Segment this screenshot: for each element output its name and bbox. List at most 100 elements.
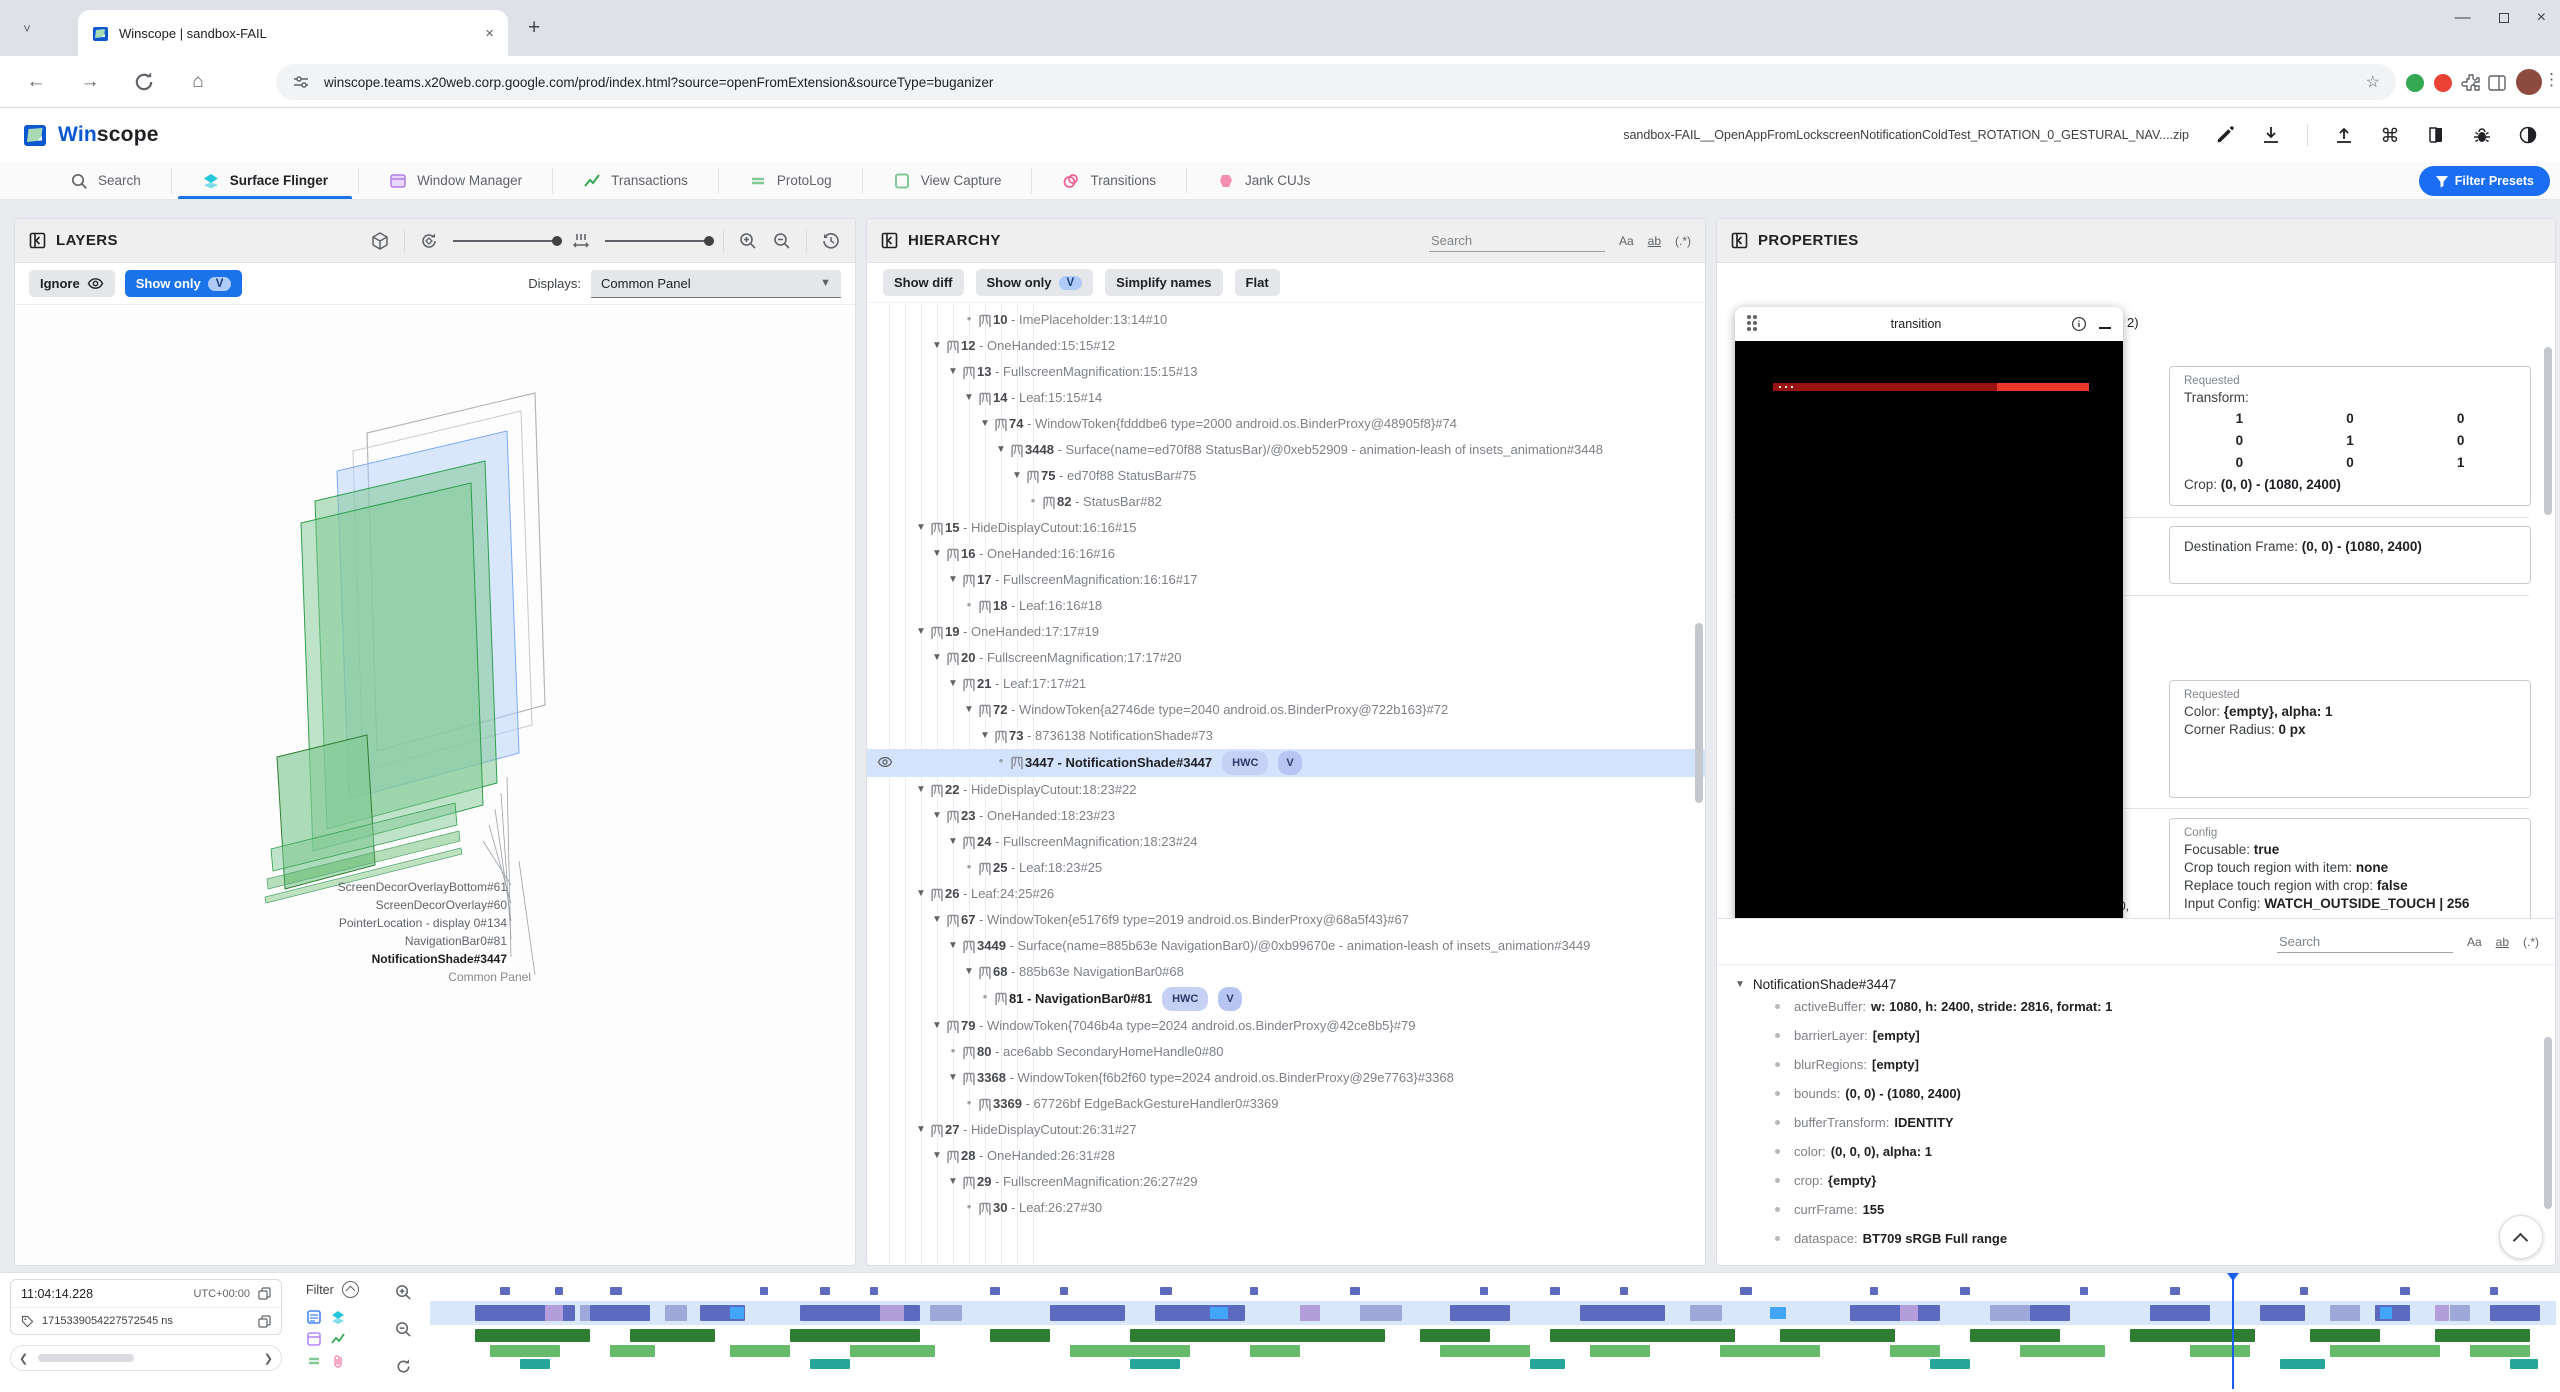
property-row[interactable]: crop:{empty} bbox=[1717, 1166, 2555, 1195]
tree-row[interactable]: ▼67 - WindowToken{e5176f9 type=2019 andr… bbox=[867, 907, 1705, 933]
selected-node-title[interactable]: ▼NotificationShade#3447 bbox=[1717, 965, 2555, 992]
expand-arrow-icon[interactable]: ▼ bbox=[945, 1067, 961, 1089]
match-case-toggle[interactable]: Aa bbox=[2467, 935, 2482, 949]
timeline-cursor[interactable] bbox=[2232, 1277, 2234, 1389]
tree-row[interactable]: ▼27 - HideDisplayCutout:26:31#27 bbox=[867, 1117, 1705, 1143]
timeline-filter[interactable]: Filter bbox=[306, 1281, 359, 1298]
tree-row[interactable]: •18 - Leaf:16:16#18 bbox=[867, 593, 1705, 619]
property-row[interactable]: activeBuffer:w: 1080, h: 2400, stride: 2… bbox=[1717, 992, 2555, 1021]
profile-avatar[interactable] bbox=[2516, 69, 2542, 95]
expand-arrow-icon[interactable]: ▼ bbox=[945, 673, 961, 695]
transactions-trace-icon[interactable] bbox=[330, 1331, 346, 1347]
screen-recording-trace-icon[interactable] bbox=[306, 1309, 322, 1325]
hierarchy-button-flat[interactable]: Flat bbox=[1235, 269, 1280, 296]
tree-row[interactable]: ▼20 - FullscreenMagnification:17:17#20 bbox=[867, 645, 1705, 671]
tree-row[interactable]: •80 - ace6abb SecondaryHomeHandle0#80 bbox=[867, 1039, 1705, 1065]
tree-row[interactable]: •81 - NavigationBar0#81HWCV bbox=[867, 985, 1705, 1013]
reset-view-icon[interactable] bbox=[821, 231, 841, 251]
expand-arrow-icon[interactable]: ▼ bbox=[945, 935, 961, 957]
copy-icon[interactable] bbox=[258, 1287, 271, 1300]
property-row[interactable]: blurRegions:[empty] bbox=[1717, 1050, 2555, 1079]
expand-arrow-icon[interactable]: ▼ bbox=[977, 413, 993, 435]
expand-arrow-icon[interactable]: ▼ bbox=[913, 1119, 929, 1141]
expand-arrow-icon[interactable]: ▼ bbox=[929, 805, 945, 827]
collapse-panel-icon[interactable] bbox=[29, 232, 46, 249]
trace-tab-search[interactable]: Search bbox=[40, 162, 171, 199]
rotation-slider[interactable] bbox=[453, 240, 557, 242]
timeline-zoom-out-icon[interactable] bbox=[394, 1320, 413, 1339]
expand-arrow-icon[interactable]: ▼ bbox=[945, 569, 961, 591]
expand-arrow-icon[interactable]: ▼ bbox=[929, 909, 945, 931]
tree-row[interactable]: •30 - Leaf:26:27#30 bbox=[867, 1195, 1705, 1221]
browser-tab[interactable]: Winscope | sandbox-FAIL × bbox=[78, 10, 508, 56]
tree-row[interactable]: ▼72 - WindowToken{a2746de type=2040 andr… bbox=[867, 697, 1705, 723]
report-bug-icon[interactable] bbox=[2472, 125, 2492, 145]
extension-red-icon[interactable] bbox=[2432, 72, 2454, 94]
layer-label[interactable]: Common Panel bbox=[15, 970, 531, 988]
layer-label[interactable]: NotificationShade#3447 bbox=[15, 952, 507, 970]
tree-row[interactable]: ▼21 - Leaf:17:17#21 bbox=[867, 671, 1705, 697]
browser-menu-icon[interactable]: ⋮ bbox=[2543, 70, 2560, 90]
match-word-toggle[interactable]: ab bbox=[2496, 935, 2509, 949]
layer-label[interactable]: ScreenDecorOverlayBottom#61 bbox=[15, 880, 507, 898]
reload-icon[interactable] bbox=[132, 70, 156, 94]
extension-green-icon[interactable] bbox=[2404, 72, 2426, 94]
tree-row[interactable]: ▼24 - FullscreenMagnification:18:23#24 bbox=[867, 829, 1705, 855]
tree-row[interactable]: ▼68 - 885b63e NavigationBar0#68 bbox=[867, 959, 1705, 985]
expand-arrow-icon[interactable]: ▼ bbox=[993, 439, 1009, 461]
hierarchy-scrollbar[interactable] bbox=[1695, 623, 1703, 803]
expand-arrow-icon[interactable]: ▼ bbox=[961, 961, 977, 983]
tree-row[interactable]: ▼3448 - Surface(name=ed70f88 StatusBar)/… bbox=[867, 437, 1705, 463]
trace-tab-protolog[interactable]: ProtoLog bbox=[719, 162, 862, 199]
expand-arrow-icon[interactable]: ▼ bbox=[945, 1171, 961, 1193]
expand-arrow-icon[interactable]: ▼ bbox=[1009, 465, 1025, 487]
tree-row[interactable]: •3447 - NotificationShade#3447HWCV bbox=[867, 749, 1705, 777]
drag-handle[interactable] bbox=[1747, 315, 1761, 333]
tree-row[interactable]: •25 - Leaf:18:23#25 bbox=[867, 855, 1705, 881]
expand-arrow-icon[interactable]: ▼ bbox=[929, 1015, 945, 1037]
tree-row[interactable]: ▼29 - FullscreenMagnification:26:27#29 bbox=[867, 1169, 1705, 1195]
tree-row[interactable]: ▼73 - 8736138 NotificationShade#73 bbox=[867, 723, 1705, 749]
expand-arrow-icon[interactable]: ▼ bbox=[929, 647, 945, 669]
tree-row[interactable]: ▼14 - Leaf:15:15#14 bbox=[867, 385, 1705, 411]
expand-arrow-icon[interactable]: ▼ bbox=[945, 361, 961, 383]
collapse-panel-icon[interactable] bbox=[881, 232, 898, 249]
property-row[interactable]: color:(0, 0, 0), alpha: 1 bbox=[1717, 1137, 2555, 1166]
expand-arrow-icon[interactable]: ▼ bbox=[961, 699, 977, 721]
tree-row[interactable]: •82 - StatusBar#82 bbox=[867, 489, 1705, 515]
reading-list-icon[interactable] bbox=[2486, 72, 2508, 94]
tree-row[interactable]: ▼12 - OneHanded:15:15#12 bbox=[867, 333, 1705, 359]
tree-row[interactable]: ▼3449 - Surface(name=885b63e NavigationB… bbox=[867, 933, 1705, 959]
show-only-toggle[interactable]: Show only V bbox=[125, 270, 243, 297]
forward-icon[interactable]: → bbox=[78, 70, 102, 94]
expand-arrow-icon[interactable]: ▼ bbox=[913, 517, 929, 539]
tree-row[interactable]: ▼3368 - WindowToken{f6b2f60 type=2024 an… bbox=[867, 1065, 1705, 1091]
expand-arrow-icon[interactable]: ▼ bbox=[961, 387, 977, 409]
scroll-to-top-button[interactable] bbox=[2499, 1215, 2543, 1259]
zoom-out-icon[interactable] bbox=[772, 231, 792, 251]
download-icon[interactable] bbox=[2261, 125, 2281, 145]
timeline-scrollbar[interactable]: ❮ ❯ bbox=[10, 1345, 282, 1371]
tree-row[interactable]: •3369 - 67726bf EdgeBackGestureHandler0#… bbox=[867, 1091, 1705, 1117]
regex-toggle[interactable]: (.*) bbox=[2523, 935, 2539, 949]
layer-label[interactable]: PointerLocation - display 0#134 bbox=[15, 916, 507, 934]
expand-arrow-icon[interactable]: ▼ bbox=[929, 543, 945, 565]
tree-row[interactable]: ▼23 - OneHanded:18:23#23 bbox=[867, 803, 1705, 829]
regex-toggle[interactable]: (.*) bbox=[1675, 234, 1691, 248]
layers-3d-canvas[interactable]: ScreenDecorOverlayBottom#61ScreenDecorOv… bbox=[15, 305, 855, 1265]
tree-row[interactable]: ▼15 - HideDisplayCutout:16:16#15 bbox=[867, 515, 1705, 541]
expand-arrow-icon[interactable]: ▼ bbox=[913, 883, 929, 905]
trace-tab-transactions[interactable]: Transactions bbox=[553, 162, 718, 199]
display-select[interactable]: Common Panel▼ bbox=[591, 270, 841, 298]
surface-flinger-trace-icon[interactable] bbox=[330, 1309, 346, 1325]
attachment-icon[interactable] bbox=[330, 1353, 346, 1369]
trace-tab-transitions[interactable]: Transitions bbox=[1032, 162, 1186, 199]
copy-icon[interactable] bbox=[258, 1315, 271, 1328]
tree-row[interactable]: ▼26 - Leaf:24:25#26 bbox=[867, 881, 1705, 907]
spacing-slider[interactable] bbox=[605, 240, 709, 242]
collapse-panel-icon[interactable] bbox=[1731, 232, 1748, 249]
info-icon[interactable] bbox=[2071, 316, 2087, 332]
back-icon[interactable]: ← bbox=[24, 70, 48, 94]
expand-arrow-icon[interactable]: ▼ bbox=[977, 725, 993, 747]
expand-arrow-icon[interactable]: ▼ bbox=[945, 831, 961, 853]
